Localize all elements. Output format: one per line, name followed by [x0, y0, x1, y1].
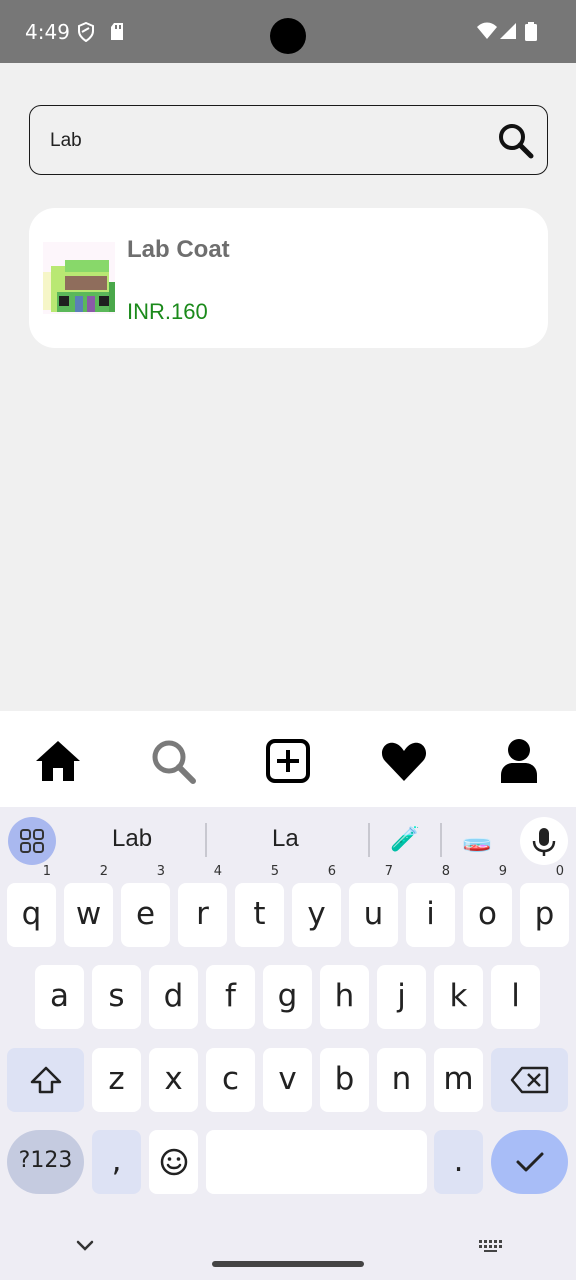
signal-icon [499, 22, 517, 45]
status-time: 4:49 [25, 20, 70, 44]
backspace-icon [510, 1066, 548, 1094]
front-camera [270, 18, 306, 54]
key-g[interactable]: g [263, 965, 312, 1029]
key-m[interactable]: m [434, 1048, 483, 1112]
checkmark-icon [516, 1152, 543, 1172]
home-icon[interactable] [34, 737, 82, 785]
favorite-icon[interactable] [380, 737, 428, 785]
wifi-icon [476, 22, 498, 45]
battery-icon [525, 22, 537, 46]
key-j[interactable]: j [377, 965, 426, 1029]
key-e[interactable]: e3 [121, 865, 170, 947]
symbols-key[interactable]: ?123 [7, 1130, 84, 1194]
bottom-navigation [0, 711, 576, 807]
suggestion-divider [368, 823, 370, 857]
key-r[interactable]: r4 [178, 865, 227, 947]
enter-key[interactable] [491, 1130, 568, 1194]
suggestion-divider [205, 823, 207, 857]
comma-key[interactable]: , [92, 1130, 141, 1194]
key-u[interactable]: u7 [349, 865, 398, 947]
search-icon[interactable] [149, 737, 197, 785]
status-bar: 4:49 [0, 0, 576, 63]
add-post-icon[interactable] [264, 737, 312, 785]
key-l[interactable]: l [491, 965, 540, 1029]
product-name: Lab Coat [127, 236, 230, 263]
key-d[interactable]: d [149, 965, 198, 1029]
key-o[interactable]: o9 [463, 865, 512, 947]
key-t[interactable]: t5 [235, 865, 284, 947]
space-key[interactable] [206, 1130, 427, 1194]
key-p[interactable]: p0 [520, 865, 569, 947]
search-icon[interactable] [497, 122, 535, 160]
profile-icon[interactable] [495, 737, 543, 785]
gesture-home-bar[interactable] [212, 1261, 364, 1267]
sd-card-icon [109, 22, 125, 46]
keyboard-hide-icon[interactable] [74, 1237, 96, 1258]
key-i[interactable]: i8 [406, 865, 455, 947]
period-key[interactable]: . [434, 1130, 483, 1194]
key-f[interactable]: f [206, 965, 255, 1029]
suggestion-2[interactable]: La [272, 825, 299, 853]
key-w[interactable]: w2 [64, 865, 113, 947]
product-thumbnail [43, 242, 115, 314]
product-price: INR.160 [127, 299, 208, 324]
key-x[interactable]: x [149, 1048, 198, 1112]
key-a[interactable]: a [35, 965, 84, 1029]
emoji-key[interactable] [149, 1130, 198, 1194]
key-h[interactable]: h [320, 965, 369, 1029]
key-v[interactable]: v [263, 1048, 312, 1112]
search-bar[interactable] [29, 105, 548, 175]
mic-icon[interactable] [520, 817, 568, 865]
product-card[interactable]: Lab Coat INR.160 [29, 208, 548, 348]
key-z[interactable]: z [92, 1048, 141, 1112]
key-c[interactable]: c [206, 1048, 255, 1112]
key-q[interactable]: q1 [7, 865, 56, 947]
shield-icon [77, 21, 95, 47]
key-s[interactable]: s [92, 965, 141, 1029]
suggestion-emoji-test-tube[interactable]: 🧪 [390, 825, 420, 854]
key-b[interactable]: b [320, 1048, 369, 1112]
shift-icon [30, 1066, 61, 1094]
soft-keyboard: Lab La 🧪 🧫 q1 w2 e3 r4 t5 y6 u7 i8 o9 p0… [0, 807, 576, 1280]
backspace-key[interactable] [491, 1048, 568, 1112]
suggestion-1[interactable]: Lab [112, 825, 152, 853]
suggestion-emoji-petri-dish[interactable]: 🧫 [462, 825, 492, 854]
key-k[interactable]: k [434, 965, 483, 1029]
keyboard-apps-icon[interactable] [8, 817, 56, 865]
keyboard-switch-icon[interactable] [478, 1239, 502, 1258]
key-y[interactable]: y6 [292, 865, 341, 947]
shift-key[interactable] [7, 1048, 84, 1112]
search-input[interactable] [50, 124, 470, 158]
suggestion-divider [440, 823, 442, 857]
emoji-icon [160, 1148, 187, 1176]
key-n[interactable]: n [377, 1048, 426, 1112]
